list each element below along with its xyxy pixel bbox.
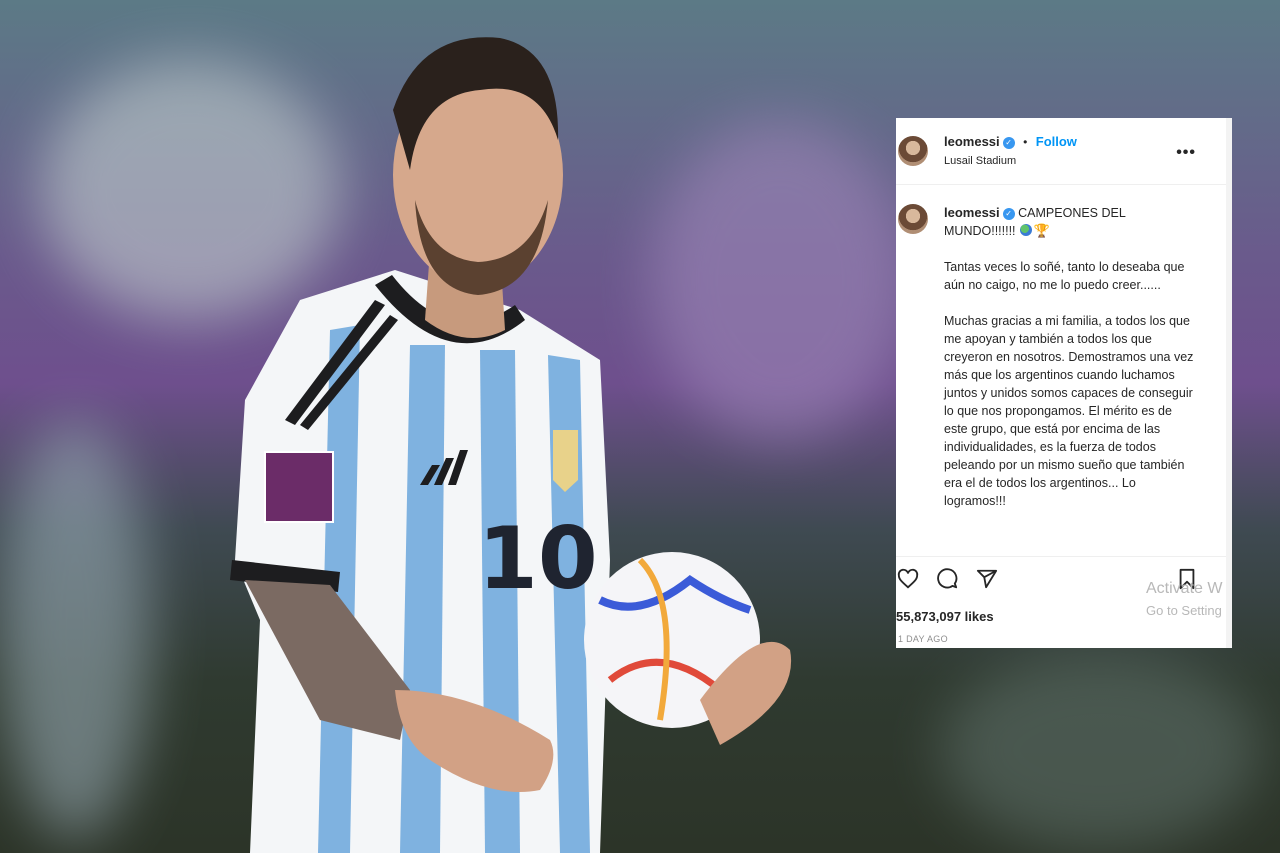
likes-count[interactable]: 55,873,097 likes	[896, 609, 994, 624]
caption-avatar[interactable]	[898, 204, 928, 234]
comment-icon[interactable]	[936, 568, 958, 590]
globe-emoji-icon	[1019, 224, 1032, 236]
post-header-meta: leomessi ✓ • Follow Lusail Stadium	[944, 133, 1077, 167]
watermark-line-1: Activate W	[1146, 580, 1223, 597]
actions-divider	[896, 556, 1232, 557]
post-caption: leomessi ✓ CAMPEONES DEL MUNDO!!!!!!! 🏆 Ta…	[944, 204, 1194, 528]
caption-username-link[interactable]: leomessi	[944, 205, 1000, 220]
more-options-icon[interactable]: •••	[1176, 144, 1196, 162]
trophy-emoji-icon: 🏆	[1033, 223, 1050, 238]
caption-paragraph-2: Muchas gracias a mi familia, a todos los…	[944, 314, 1194, 508]
post-header: leomessi ✓ • Follow Lusail Stadium •••	[896, 118, 1232, 185]
heart-icon[interactable]	[897, 568, 919, 590]
instagram-post-panel: leomessi ✓ • Follow Lusail Stadium ••• le…	[896, 118, 1232, 648]
svg-text:10: 10	[478, 509, 598, 609]
panel-scrollbar[interactable]	[1226, 118, 1232, 648]
avatar[interactable]	[898, 136, 928, 166]
share-icon[interactable]	[976, 568, 998, 590]
watermark-line-2: Go to Setting	[1146, 603, 1222, 618]
verified-badge-icon: ✓	[1002, 137, 1015, 149]
separator-dot: •	[1023, 135, 1028, 149]
caption-paragraph-1: Tantas veces lo soñé, tanto lo deseaba q…	[944, 260, 1185, 292]
verified-badge-icon: ✓	[1002, 208, 1015, 220]
activate-windows-watermark: Activate W Go to Setting	[1146, 578, 1232, 622]
post-timestamp: 1 DAY AGO	[898, 634, 948, 644]
follow-button[interactable]: Follow	[1036, 134, 1077, 149]
location-link[interactable]: Lusail Stadium	[944, 155, 1077, 167]
username-link[interactable]: leomessi	[944, 134, 1000, 149]
